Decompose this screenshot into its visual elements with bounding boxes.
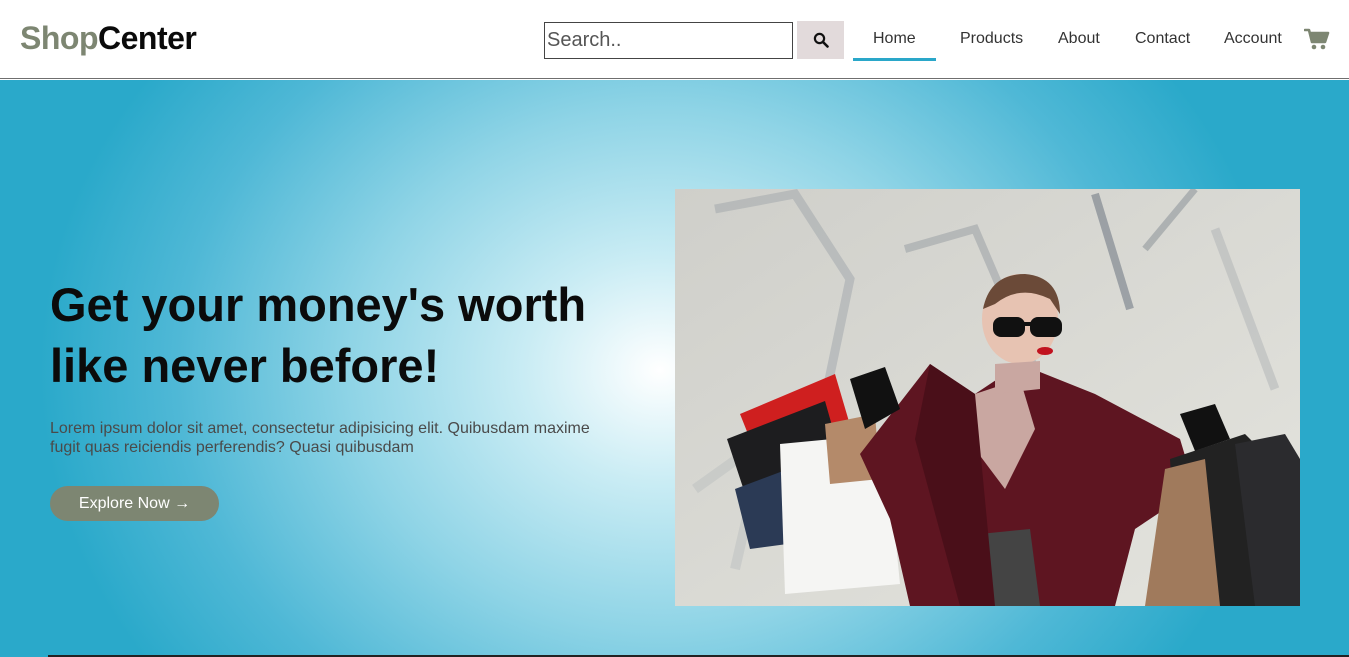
search-input[interactable] bbox=[544, 22, 793, 59]
hero-description: Lorem ipsum dolor sit amet, consectetur … bbox=[50, 420, 590, 456]
nav-home[interactable]: Home bbox=[873, 30, 916, 48]
hero-section: Get your money's worth like never before… bbox=[0, 80, 1349, 657]
explore-now-button[interactable]: Explore Now → bbox=[50, 486, 219, 521]
logo[interactable]: ShopCenter bbox=[20, 20, 197, 57]
search-icon bbox=[813, 32, 829, 48]
shopping-woman-illustration bbox=[675, 189, 1300, 606]
hero-title: Get your money's worth like never before… bbox=[50, 278, 587, 392]
hero-image bbox=[675, 189, 1300, 606]
search-button[interactable] bbox=[797, 21, 844, 59]
navbar: ShopCenter Home Products About Contact A… bbox=[0, 0, 1349, 79]
cart-icon[interactable] bbox=[1304, 27, 1330, 51]
logo-center: Center bbox=[97, 20, 197, 56]
logo-shop: Shop bbox=[20, 20, 98, 56]
nav-products[interactable]: Products bbox=[960, 30, 1023, 48]
nav-account[interactable]: Account bbox=[1224, 30, 1282, 48]
nav-home-underline bbox=[853, 58, 936, 61]
nav-about[interactable]: About bbox=[1058, 30, 1100, 48]
nav-contact[interactable]: Contact bbox=[1135, 30, 1190, 48]
